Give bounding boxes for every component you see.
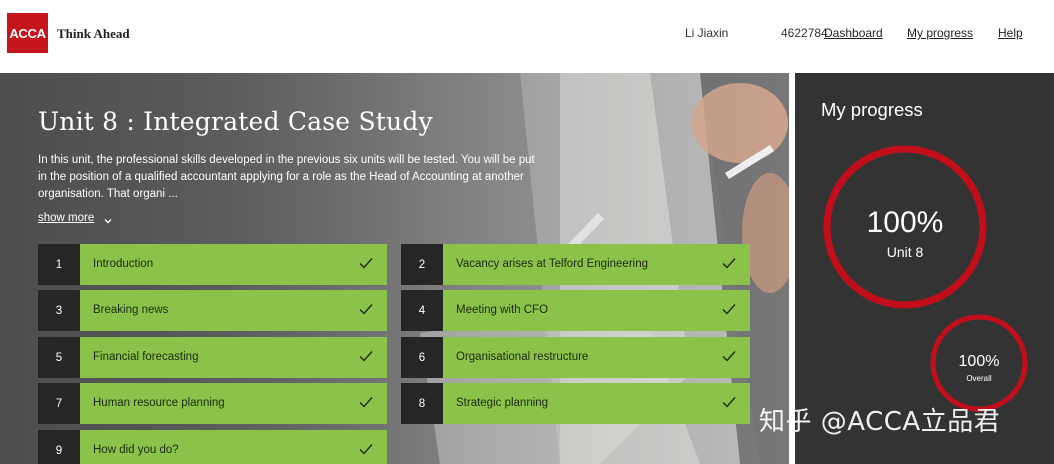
lesson-3[interactable]: 3 Breaking news [38,290,387,331]
lesson-number: 3 [38,290,80,331]
lesson-title: Organisational restructure [456,351,589,363]
lesson-title: Breaking news [93,304,169,316]
lesson-9[interactable]: 9 How did you do? [38,430,387,464]
lesson-title: How did you do? [93,444,179,456]
acca-logo[interactable]: ACCA [7,13,48,53]
overall-progress-label: Overall [966,374,992,383]
top-header: ACCA Think Ahead Li Jiaxin 4622784 Dashb… [0,0,1054,73]
unit-title: Unit 8 : Integrated Case Study [38,107,433,136]
nav-dashboard-link[interactable]: Dashboard [824,26,883,40]
lesson-title: Strategic planning [456,397,549,409]
chevron-down-icon[interactable] [103,216,113,226]
lesson-6[interactable]: 6 Organisational restructure [401,337,750,378]
lesson-number: 5 [38,337,80,378]
lesson-1[interactable]: 1 Introduction [38,244,387,285]
checkmark-icon [359,304,373,315]
lesson-number: 7 [38,383,80,424]
lesson-2[interactable]: 2 Vacancy arises at Telford Engineering [401,244,750,285]
lesson-number: 4 [401,290,443,331]
lesson-number: 2 [401,244,443,285]
lesson-8[interactable]: 8 Strategic planning [401,383,750,424]
show-more-link[interactable]: show more [38,212,94,224]
unit-progress-percent: 100% [866,206,944,239]
checkmark-icon [722,351,736,362]
checkmark-icon [722,258,736,269]
lesson-title: Financial forecasting [93,351,199,363]
lesson-7[interactable]: 7 Human resource planning [38,383,387,424]
checkmark-icon [722,304,736,315]
checkmark-icon [359,444,373,455]
checkmark-icon [359,258,373,269]
unit-progress-label: Unit 8 [886,244,924,260]
user-name: Li Jiaxin [685,26,729,40]
checkmark-icon [359,351,373,362]
lesson-number: 1 [38,244,80,285]
checkmark-icon [722,397,736,408]
overall-progress-percent: 100% [958,353,1000,370]
unit-hero: Unit 8 : Integrated Case Study In this u… [0,73,789,464]
checkmark-icon [359,397,373,408]
lesson-number: 6 [401,337,443,378]
user-id: 4622784 [781,26,828,40]
nav-my-progress-link[interactable]: My progress [907,26,973,40]
watermark-text: 知乎 @ACCA立品君 [759,407,1001,437]
unit-description: In this unit, the professional skills de… [38,154,535,200]
lesson-number: 9 [38,430,80,464]
lesson-title: Human resource planning [93,397,225,409]
lesson-5[interactable]: 5 Financial forecasting [38,337,387,378]
lesson-title: Meeting with CFO [456,304,549,316]
brand-tagline: Think Ahead [57,26,130,41]
lesson-number: 8 [401,383,443,424]
lesson-title: Introduction [93,258,154,270]
lesson-title: Vacancy arises at Telford Engineering [456,258,648,270]
lesson-4[interactable]: 4 Meeting with CFO [401,290,750,331]
nav-help-link[interactable]: Help [998,26,1023,40]
